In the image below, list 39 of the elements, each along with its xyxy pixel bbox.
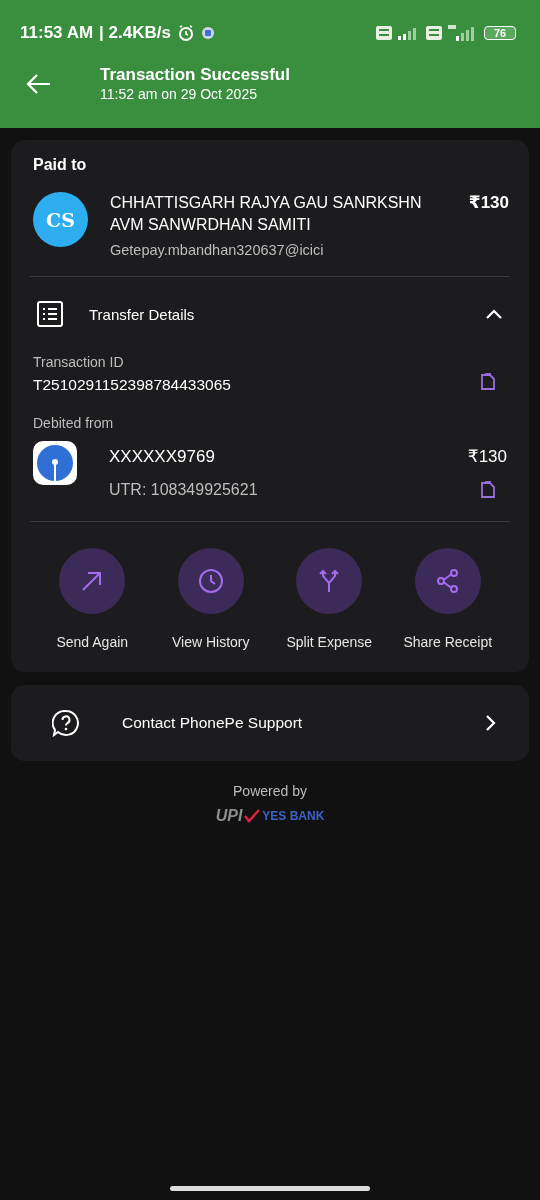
support-row[interactable]: Contact PhonePe Support xyxy=(11,685,529,761)
back-arrow-icon[interactable] xyxy=(26,72,52,95)
action-label: Split Expense xyxy=(286,634,373,650)
action-label: View History xyxy=(171,634,250,650)
volte-icon xyxy=(426,26,442,40)
powered-by-text: Powered by xyxy=(233,783,307,799)
payee-name: CHHATTISGARH RAJYA GAU SANRKSHN AVM SANWRDHAN SAMITI xyxy=(110,193,423,235)
account-number: XXXXXX9769 xyxy=(109,446,215,467)
field-label: Debited from xyxy=(33,415,115,431)
screen-title: Transaction Successful xyxy=(100,65,290,85)
tick-icon xyxy=(244,809,261,823)
volte-icon xyxy=(376,26,392,40)
payee-avatar: CS xyxy=(33,192,88,247)
battery-indicator: 76 xyxy=(484,26,516,40)
status-time: 11:53 AM xyxy=(20,23,94,43)
help-icon xyxy=(52,709,80,737)
amount: ₹130 xyxy=(468,192,509,213)
transaction-id: T2510291152398784433065 xyxy=(33,376,231,394)
app-notification-icon xyxy=(200,26,215,40)
action-label: Share Receipt xyxy=(403,634,493,650)
chevron-right-icon xyxy=(485,714,497,732)
transaction-time: 11:52 am on 29 Oct 2025 xyxy=(100,86,258,102)
share-icon xyxy=(434,568,461,594)
debit-amount: ₹130 xyxy=(467,446,507,467)
alarm-icon xyxy=(176,24,195,42)
copy-icon[interactable] xyxy=(481,373,497,391)
utr-number: UTR: 108349925621 xyxy=(109,481,258,499)
bank-logo: YES BANK xyxy=(262,809,325,823)
upi-logo: UPI xyxy=(215,807,243,825)
transfer-details-toggle[interactable]: Transfer Details xyxy=(33,277,507,337)
bank-logo-icon xyxy=(33,441,77,485)
payee-upi-id: Getepay.mbandhan320637@icici xyxy=(110,242,325,258)
section-label: Paid to xyxy=(33,156,88,174)
copy-icon[interactable] xyxy=(481,481,497,499)
action-label: Send Again xyxy=(56,634,129,650)
field-label: Transaction ID xyxy=(33,354,125,370)
list-icon xyxy=(37,301,63,327)
clock-icon xyxy=(197,568,224,594)
network-speed: | 2.4KB/s xyxy=(99,23,171,43)
